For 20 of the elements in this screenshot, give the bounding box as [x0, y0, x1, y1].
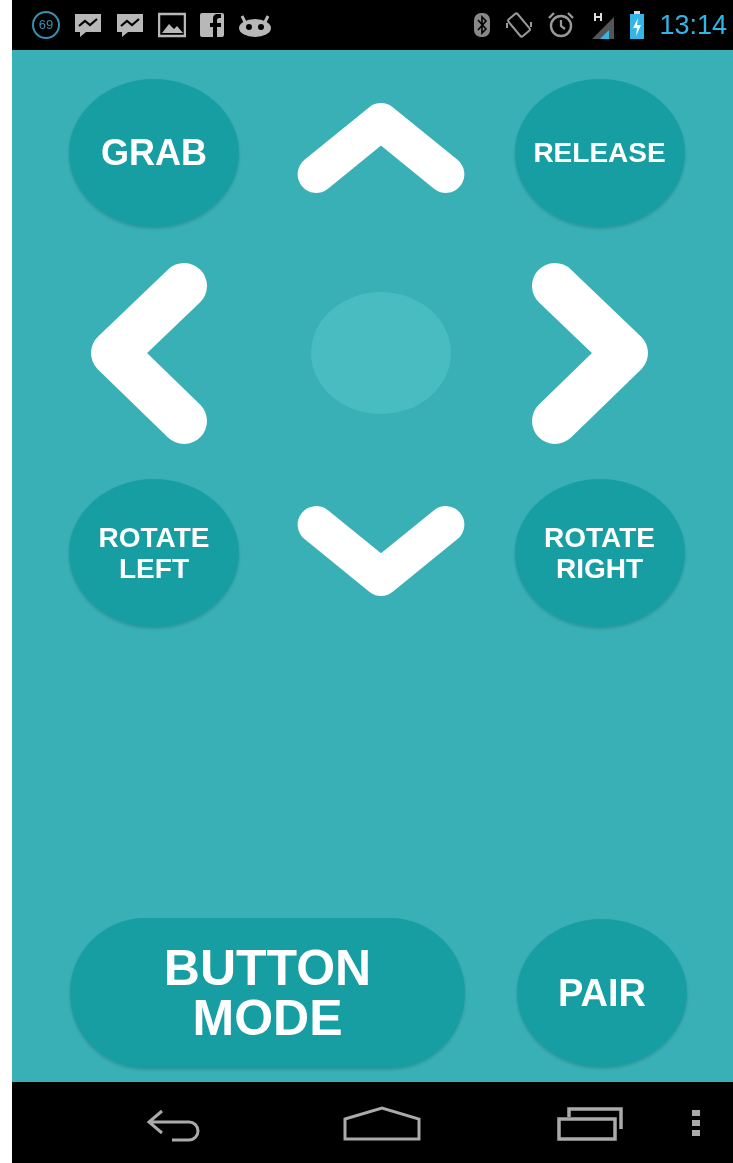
notification-count: 69	[32, 11, 60, 39]
chat-icon	[116, 12, 144, 38]
round-button[interactable]: RELEASE	[514, 79, 685, 227]
image-icon	[158, 12, 186, 38]
bluetooth-icon	[473, 12, 492, 38]
chat-icon	[74, 12, 102, 38]
more-icon[interactable]	[692, 1107, 700, 1138]
round-button[interactable]: ROTATE LEFT	[69, 479, 239, 627]
pill-button[interactable]: BUTTON MODE	[70, 918, 465, 1068]
round-button[interactable]: GRAB	[69, 79, 239, 227]
round-button[interactable]: ROTATE RIGHT	[514, 479, 685, 627]
alarm-icon	[547, 11, 576, 39]
home-icon[interactable]	[342, 1104, 422, 1141]
recent-apps-icon[interactable]	[556, 1104, 626, 1141]
round-button[interactable]: PAIR	[517, 919, 687, 1067]
status-time: 13:14	[659, 11, 727, 39]
robot-icon	[238, 13, 272, 37]
vibrate-icon	[505, 11, 534, 39]
f-logo-icon	[200, 12, 224, 38]
battery-charging-icon	[629, 11, 646, 39]
